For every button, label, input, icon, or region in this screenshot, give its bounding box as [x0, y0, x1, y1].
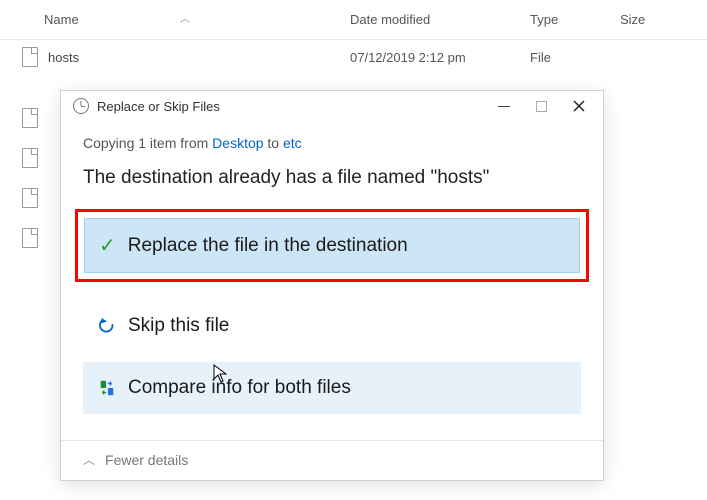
copy-info: Copying 1 item from Desktop to etc: [83, 135, 581, 151]
compare-icon: [98, 379, 116, 397]
dialog-footer[interactable]: ︿ Fewer details: [61, 440, 603, 480]
column-name-label: Name: [44, 12, 79, 27]
skip-icon: [98, 317, 116, 335]
file-type: File: [530, 50, 620, 65]
chevron-up-icon: ︿: [83, 451, 95, 468]
copy-dest-link[interactable]: etc: [283, 135, 302, 151]
skip-option[interactable]: Skip this file: [83, 300, 581, 352]
column-date-header[interactable]: Date modified: [350, 12, 530, 27]
column-type-label: Type: [530, 12, 558, 27]
window-controls: [494, 96, 595, 116]
column-name-header[interactable]: Name ︿: [0, 12, 350, 27]
column-size-label: Size: [620, 12, 645, 27]
clock-icon: [73, 98, 89, 114]
file-icon: [22, 228, 38, 248]
column-date-label: Date modified: [350, 12, 430, 27]
column-type-header[interactable]: Type: [530, 12, 620, 27]
file-icon: [22, 148, 38, 168]
replace-option-label: Replace the file in the destination: [128, 235, 408, 257]
file-explorer: Name ︿ Date modified Type Size hosts 07/…: [0, 0, 707, 74]
checkmark-icon: ✓: [99, 233, 116, 258]
minimize-button[interactable]: [494, 96, 514, 116]
file-icon: [22, 47, 38, 67]
copy-source-link[interactable]: Desktop: [212, 135, 263, 151]
copy-mid: to: [264, 135, 283, 151]
file-row[interactable]: hosts 07/12/2019 2:12 pm File: [0, 40, 707, 74]
highlight-annotation: ✓ Replace the file in the destination: [75, 209, 589, 282]
columns-header: Name ︿ Date modified Type Size: [0, 0, 707, 40]
file-date: 07/12/2019 2:12 pm: [350, 50, 530, 65]
dialog-titlebar: Replace or Skip Files: [61, 91, 603, 121]
fewer-details-label: Fewer details: [105, 452, 188, 468]
replace-option[interactable]: ✓ Replace the file in the destination: [84, 218, 580, 273]
dialog-title: Replace or Skip Files: [97, 99, 486, 114]
dialog-body: Copying 1 item from Desktop to etc The d…: [61, 121, 603, 422]
close-button[interactable]: [569, 96, 589, 116]
copy-prefix: Copying 1 item from: [83, 135, 212, 151]
skip-option-label: Skip this file: [128, 315, 229, 337]
maximize-button[interactable]: [536, 101, 547, 112]
compare-option[interactable]: Compare info for both files: [83, 362, 581, 414]
file-icon: [22, 188, 38, 208]
options-list: ✓ Replace the file in the destination Sk…: [83, 209, 581, 414]
file-icon: [22, 108, 38, 128]
sort-ascending-icon: ︿: [180, 10, 190, 25]
replace-skip-dialog: Replace or Skip Files Copying 1 item fro…: [60, 90, 604, 481]
conflict-message: The destination already has a file named…: [83, 167, 581, 189]
compare-option-label: Compare info for both files: [128, 377, 351, 399]
ghost-file-icons: [22, 108, 38, 268]
file-name: hosts: [48, 50, 350, 65]
column-size-header[interactable]: Size: [620, 12, 707, 27]
